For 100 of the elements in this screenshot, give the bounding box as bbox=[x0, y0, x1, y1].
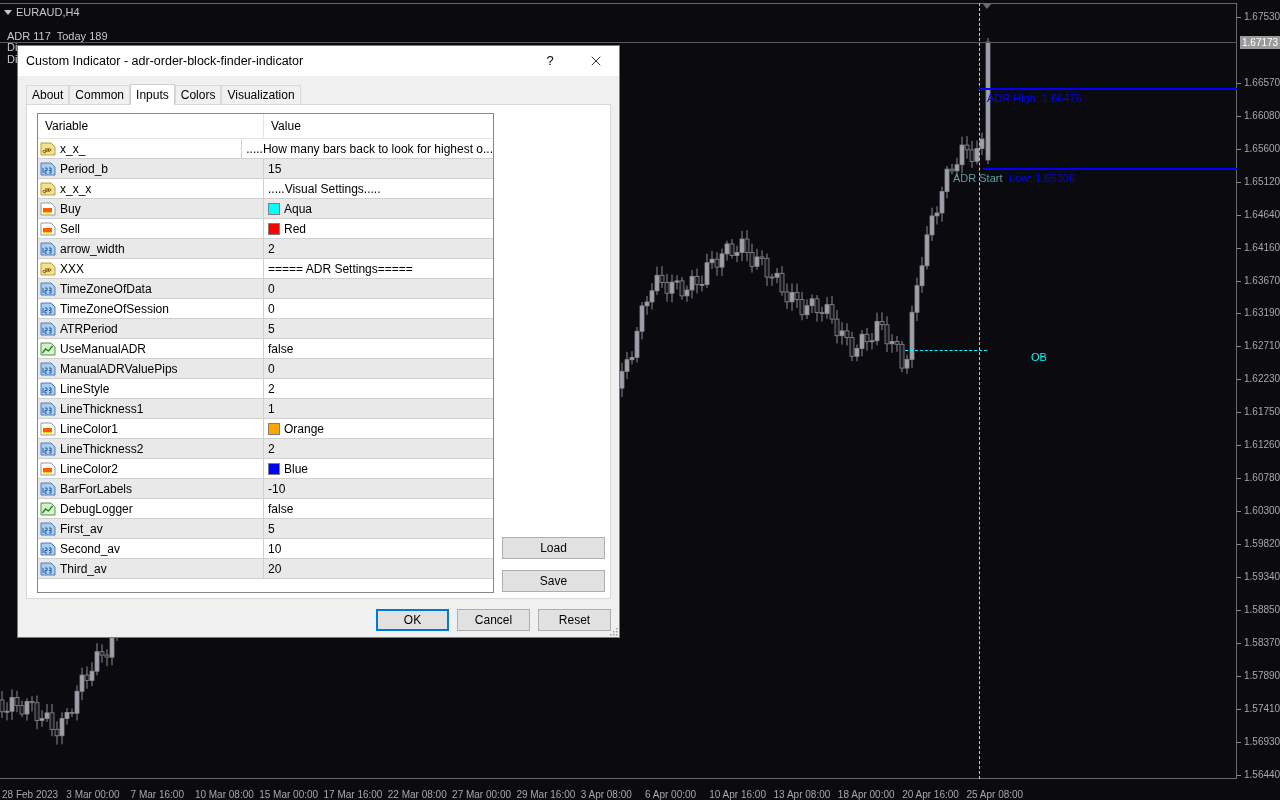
price-label: 1.63670 bbox=[1244, 273, 1280, 288]
column-header[interactable]: Variable bbox=[38, 114, 264, 138]
price-label: 1.56930 bbox=[1244, 734, 1280, 749]
time-label: 17 Mar 16:00 bbox=[323, 789, 383, 800]
variable-name: LineColor2 bbox=[60, 460, 119, 478]
time-label: 27 Mar 00:00 bbox=[452, 789, 511, 800]
number-type-icon bbox=[40, 541, 56, 556]
variable-value: Orange bbox=[284, 420, 325, 438]
variable-value: 1 bbox=[268, 400, 275, 418]
dialog-button[interactable]: OK bbox=[376, 609, 449, 631]
color-type-icon bbox=[40, 201, 56, 216]
variable-name: Period_b bbox=[60, 160, 109, 178]
price-label: 1.67530 bbox=[1244, 10, 1280, 24]
time-label: 29 Mar 16:00 bbox=[516, 789, 576, 800]
variable-name: LineThickness1 bbox=[60, 400, 144, 418]
variable-value: ===== ADR Settings===== bbox=[268, 260, 413, 278]
side-button[interactable]: Load bbox=[502, 537, 605, 559]
time-label: 13 Apr 08:00 bbox=[773, 789, 831, 800]
chart-label: ADR Start bbox=[953, 171, 1003, 185]
price-label: 1.57890 bbox=[1244, 668, 1280, 683]
time-label: 3 Apr 08:00 bbox=[580, 789, 632, 800]
variable-value: 2 bbox=[268, 440, 275, 458]
symbol-label: EURAUD,H4 bbox=[16, 5, 80, 20]
number-type-icon bbox=[40, 361, 56, 376]
variable-name: First_av bbox=[60, 520, 103, 538]
variable-name: Sell bbox=[60, 220, 80, 238]
help-button[interactable]: ? bbox=[527, 46, 573, 76]
time-label: 10 Mar 08:00 bbox=[194, 789, 254, 800]
price-label: 1.60780 bbox=[1244, 471, 1280, 486]
number-type-icon bbox=[40, 401, 56, 416]
price-label: 1.57410 bbox=[1244, 701, 1280, 716]
price-label: 1.66570 bbox=[1244, 75, 1280, 90]
variable-name: TimeZoneOfSession bbox=[60, 300, 169, 318]
variable-value: 5 bbox=[268, 520, 275, 538]
indicator-info-text: Di bbox=[7, 41, 18, 53]
time-label: 7 Mar 16:00 bbox=[130, 789, 184, 800]
tab[interactable]: Colors bbox=[174, 85, 222, 104]
text-type-icon bbox=[40, 261, 56, 276]
price-label: 1.64160 bbox=[1244, 240, 1280, 255]
number-type-icon bbox=[40, 521, 56, 536]
dialog-button[interactable]: Cancel bbox=[457, 609, 530, 631]
variable-value: .....Visual Settings..... bbox=[268, 180, 381, 198]
variable-name: ManualADRValuePips bbox=[60, 360, 178, 378]
time-label: 18 Apr 00:00 bbox=[837, 789, 895, 800]
variable-name: TimeZoneOfData bbox=[60, 280, 152, 298]
dialog-button[interactable]: Reset bbox=[538, 609, 611, 631]
side-button[interactable]: Save bbox=[502, 570, 605, 592]
number-type-icon bbox=[40, 241, 56, 256]
text-type-icon bbox=[40, 181, 56, 196]
price-label: 1.65120 bbox=[1244, 174, 1280, 189]
time-label: 10 Apr 16:00 bbox=[709, 789, 766, 800]
shift-marker-icon bbox=[982, 3, 992, 9]
price-label: 1.58850 bbox=[1244, 602, 1280, 617]
text-type-icon bbox=[40, 141, 56, 156]
column-header[interactable]: Value bbox=[264, 114, 493, 138]
number-type-icon bbox=[40, 321, 56, 336]
price-label: 1.65600 bbox=[1244, 141, 1280, 156]
variable-name: Second_av bbox=[60, 540, 121, 558]
variable-value: 15 bbox=[268, 160, 282, 178]
price-label: 1.61260 bbox=[1244, 438, 1280, 453]
time-label: 28 Feb 2023 bbox=[2, 789, 59, 800]
variable-value: false bbox=[268, 340, 294, 358]
variable-name: LineColor1 bbox=[60, 420, 119, 438]
chart-label: OB bbox=[1031, 350, 1047, 364]
tab[interactable]: Visualization bbox=[221, 85, 301, 104]
price-label: 1.59820 bbox=[1244, 537, 1280, 551]
variable-value: 5 bbox=[268, 320, 275, 338]
tab[interactable]: Common bbox=[69, 85, 131, 104]
number-type-icon bbox=[40, 281, 56, 296]
tab[interactable]: About bbox=[26, 85, 70, 104]
number-type-icon bbox=[40, 441, 56, 456]
number-type-icon bbox=[40, 381, 56, 396]
chart-type-icon bbox=[40, 501, 56, 516]
variable-value: Red bbox=[284, 220, 306, 238]
price-label: 1.62710 bbox=[1244, 339, 1280, 354]
time-label: 6 Apr 00:00 bbox=[644, 789, 697, 800]
variable-value: -10 bbox=[268, 480, 286, 498]
variable-value: 0 bbox=[268, 300, 275, 318]
indicator-info-text: Di bbox=[7, 53, 18, 65]
time-label: 20 Apr 16:00 bbox=[902, 789, 959, 800]
number-type-icon bbox=[40, 301, 56, 316]
variable-value: .....How many bars back to look for highest o... bbox=[246, 140, 493, 158]
tab[interactable]: Inputs bbox=[130, 84, 175, 105]
variable-value: 2 bbox=[268, 240, 275, 258]
price-label: 1.58370 bbox=[1244, 635, 1280, 650]
time-label: 3 Mar 00:00 bbox=[66, 789, 120, 800]
dropdown-triangle-icon[interactable] bbox=[4, 9, 12, 15]
price-label: 1.60300 bbox=[1244, 504, 1280, 519]
price-label: 1.61750 bbox=[1244, 405, 1280, 420]
resize-grip-icon bbox=[610, 628, 618, 636]
chart-label: Low: 1.65306 bbox=[1009, 171, 1076, 185]
variable-value: 20 bbox=[268, 560, 282, 578]
price-label: 1.56440 bbox=[1244, 767, 1280, 782]
variable-value: false bbox=[268, 500, 294, 518]
price-label: 1.66080 bbox=[1244, 108, 1280, 123]
variable-name: x_x_x bbox=[60, 180, 92, 198]
variable-value: 2 bbox=[268, 380, 275, 398]
price-label: 1.62230 bbox=[1244, 372, 1280, 387]
variable-name: BarForLabels bbox=[60, 480, 133, 498]
price-label: 1.59340 bbox=[1244, 569, 1280, 584]
